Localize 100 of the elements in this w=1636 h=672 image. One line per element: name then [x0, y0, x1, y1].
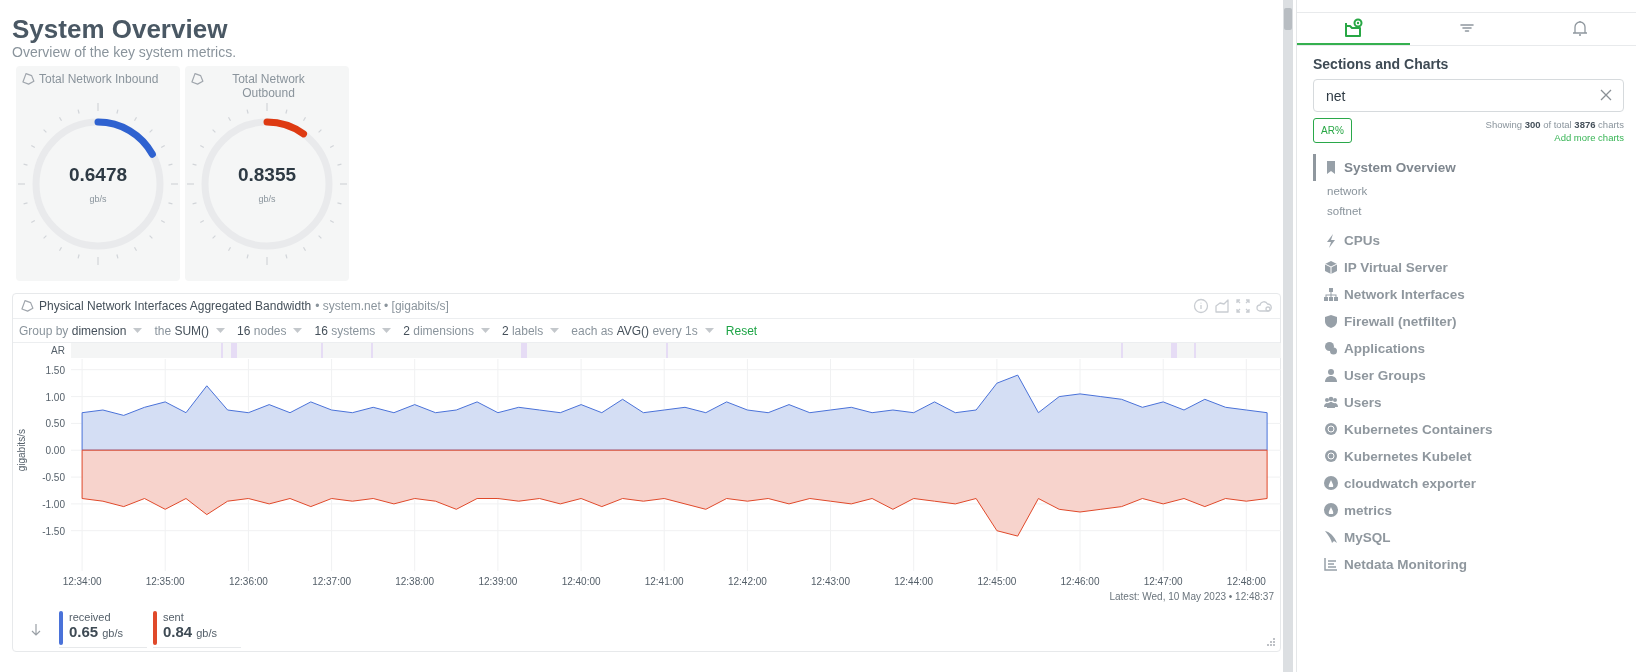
- group-by-dropdown[interactable]: the SUM(): [152, 323, 236, 338]
- x-tick-label: 12:41:00: [644, 576, 684, 587]
- user-icon: [1324, 368, 1338, 383]
- timestamp: Latest: Wed, 10 May 2023 • 12:48:37: [1108, 591, 1275, 603]
- legend-value: 0.65: [69, 623, 99, 640]
- dolphin-icon: [1324, 530, 1338, 545]
- nav-item[interactable]: cloudwatch exporter: [1313, 470, 1624, 497]
- x-tick-label: 12:39:00: [478, 576, 518, 587]
- y-axis-title: gigabits/s: [16, 429, 27, 472]
- nav-item[interactable]: MySQL: [1313, 524, 1624, 551]
- caret-icon: [133, 327, 143, 334]
- wheel-icon: [1324, 449, 1338, 464]
- chart-count-text: Showing 300 of total 3876 charts: [1485, 118, 1624, 131]
- section-heading: Sections and Charts: [1313, 56, 1450, 72]
- arrow-down-icon[interactable]: [31, 623, 41, 636]
- wheel-icon: [1324, 422, 1338, 437]
- nav-item[interactable]: Users: [1313, 389, 1624, 416]
- group-by-dropdown[interactable]: 2 labels: [499, 323, 570, 338]
- tag-icon: [21, 299, 35, 314]
- cloud-icon[interactable]: [1256, 298, 1272, 314]
- nav-item[interactable]: Netdata Monitoring: [1313, 551, 1624, 578]
- y-tick-label: -1.00: [42, 498, 65, 510]
- resize-handle-icon[interactable]: [1266, 637, 1276, 647]
- page-title: System Overview: [12, 14, 229, 44]
- x-tick-label: 12:43:00: [811, 576, 850, 587]
- y-tick-label: 0.50: [45, 418, 65, 430]
- legend-name: received: [69, 611, 112, 623]
- y-tick-label: -1.50: [42, 525, 65, 537]
- users-icon: [1324, 395, 1338, 410]
- reset-link[interactable]: Reset: [725, 323, 758, 338]
- bookmark-icon: [1324, 160, 1338, 175]
- caret-icon: [704, 327, 714, 334]
- info-icon[interactable]: [1193, 298, 1209, 314]
- legend-item[interactable]: received 0.65 gb/s: [59, 611, 147, 648]
- group-by-dropdown[interactable]: Group by dimension: [17, 323, 153, 338]
- annotation-mark[interactable]: [231, 343, 237, 358]
- y-tick-label: -0.50: [42, 472, 65, 484]
- legend-item[interactable]: sent 0.84 gb/s: [153, 611, 241, 648]
- y-tick-label: 0.00: [45, 445, 65, 457]
- caret-icon: [480, 327, 490, 334]
- x-tick-label: 12:42:00: [727, 576, 767, 587]
- annotation-mark[interactable]: [1171, 343, 1177, 358]
- flame-icon: [1324, 476, 1338, 491]
- nav-item[interactable]: IP Virtual Server: [1313, 254, 1624, 281]
- add-charts-link[interactable]: Add more charts: [1554, 132, 1624, 143]
- x-tick-label: 12:36:00: [228, 576, 268, 587]
- nav-subitem[interactable]: network: [1313, 181, 1624, 201]
- caret-icon: [550, 327, 560, 334]
- annotation-mark[interactable]: [521, 343, 527, 358]
- tag-icon: [191, 73, 205, 87]
- nav-subitem[interactable]: softnet: [1313, 201, 1624, 221]
- x-tick-label: 12:44:00: [894, 576, 934, 587]
- chart-context: • system.net • [gigabits/s]: [315, 299, 449, 313]
- nav-item[interactable]: User Groups: [1313, 362, 1624, 389]
- nav-item[interactable]: Applications: [1313, 335, 1624, 362]
- list-chart-icon: [1324, 557, 1338, 572]
- legend-unit: gb/s: [196, 627, 217, 639]
- nav-item[interactable]: Kubernetes Kubelet: [1313, 443, 1624, 470]
- group-by-dropdown[interactable]: 16 nodes: [235, 323, 313, 338]
- chart-icon[interactable]: [1214, 298, 1230, 314]
- legend-value: 0.84: [163, 623, 193, 640]
- legend-name: sent: [163, 611, 185, 623]
- caret-icon: [382, 327, 392, 334]
- scrollbar[interactable]: [1283, 0, 1293, 672]
- nav-item[interactable]: Kubernetes Containers: [1313, 416, 1624, 443]
- x-tick-label: 12:34:00: [62, 576, 102, 587]
- nav-item[interactable]: System Overview: [1313, 154, 1624, 181]
- nav-item[interactable]: CPUs: [1313, 227, 1624, 254]
- group-by-dropdown[interactable]: 2 dimensions: [401, 323, 500, 338]
- gauge-unit: gb/s: [89, 194, 107, 204]
- chart-title: Physical Network Interfaces Aggregated Bandwidth: [39, 299, 312, 313]
- x-tick-label: 12:40:00: [561, 576, 601, 587]
- gauge-unit: gb/s: [258, 194, 276, 204]
- filter-chip[interactable]: AR%: [1313, 118, 1352, 143]
- nav-item[interactable]: Firewall (netfilter): [1313, 308, 1624, 335]
- gauge-title: Total Network Outbound: [231, 72, 306, 100]
- hierarchy-icon: [1324, 287, 1338, 302]
- group-by-dropdown[interactable]: each as AVG() every 1s: [569, 323, 724, 338]
- caret-icon: [216, 327, 226, 334]
- chat-bubbles-icon: [1324, 341, 1338, 356]
- group-by-dropdown[interactable]: 16 systems: [312, 323, 402, 338]
- folder-eye-icon: [1342, 17, 1365, 39]
- x-tick-label: 12:48:00: [1226, 576, 1266, 587]
- tag-icon: [22, 73, 36, 87]
- annotation-label: AR: [51, 345, 65, 356]
- cube-icon: [1324, 260, 1338, 275]
- y-tick-label: 1.50: [45, 364, 65, 376]
- x-tick-label: 12:46:00: [1060, 576, 1100, 587]
- nav-item[interactable]: Network Interfaces: [1313, 281, 1624, 308]
- caret-icon: [293, 327, 303, 334]
- x-tick-label: 12:47:00: [1143, 576, 1183, 587]
- close-icon[interactable]: [1600, 89, 1612, 101]
- nav-item[interactable]: metrics: [1313, 497, 1624, 524]
- y-tick-label: 1.00: [45, 391, 65, 403]
- search-field[interactable]: net: [1313, 79, 1624, 112]
- gauge-value: 0.8355: [237, 164, 297, 186]
- gauge-value: 0.6478: [68, 164, 128, 186]
- flame-icon: [1324, 503, 1338, 518]
- fullscreen-icon[interactable]: [1235, 298, 1251, 314]
- page-subtitle: Overview of the key system metrics.: [12, 44, 238, 60]
